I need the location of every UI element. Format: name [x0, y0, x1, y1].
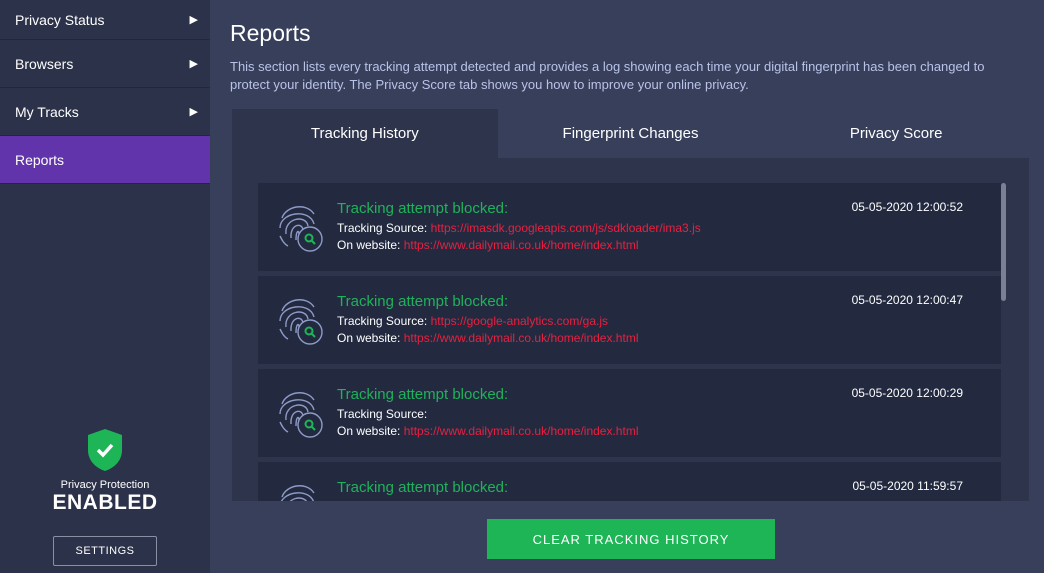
sidebar: Privacy Status ▶ Browsers ▶ My Tracks ▶ Rep…: [0, 0, 210, 573]
website-link[interactable]: https://www.dailymail.co.uk/home/index.h…: [404, 424, 639, 438]
entry-title: Tracking attempt blocked:: [337, 200, 509, 217]
website-label: On website:: [337, 238, 401, 252]
protection-status-text: ENABLED: [52, 491, 158, 514]
entry-timestamp: 05-05-2020 12:00:52: [851, 200, 963, 214]
sidebar-item-label: My Tracks: [15, 103, 79, 120]
fingerprint-search-icon: [279, 299, 323, 345]
protection-status: Privacy Protection ENABLED: [0, 428, 210, 515]
source-label: Tracking Source:: [337, 407, 428, 421]
sidebar-item-reports[interactable]: Reports: [0, 136, 210, 184]
tab-bar: Tracking History Fingerprint Changes Pri…: [232, 109, 1029, 158]
source-label: Tracking Source:: [337, 314, 428, 328]
entry-title: Tracking attempt blocked:: [337, 479, 509, 496]
entry-timestamp: 05-05-2020 11:59:57: [852, 479, 963, 493]
entry-source: Tracking Source: https://google-analytic…: [337, 314, 608, 328]
entry-website: On website: https://www.dailymail.co.uk/…: [337, 424, 638, 438]
fingerprint-search-icon: [280, 485, 315, 501]
tracking-entry: Tracking attempt blocked: 05-05-2020 12:0…: [258, 183, 1001, 271]
sidebar-item-label: Reports: [15, 151, 65, 168]
arrow-right-icon: ▶: [189, 106, 198, 118]
main-content: Reports This section lists every trackin…: [230, 0, 1044, 559]
tracking-entry: Tracking attempt blocked: 05-05-2020 11:5…: [258, 462, 1001, 501]
fingerprint-search-icon: [279, 392, 323, 438]
settings-button[interactable]: SETTINGS: [53, 536, 157, 566]
sidebar-item-browsers[interactable]: Browsers ▶: [0, 40, 210, 88]
website-label: On website:: [337, 331, 401, 345]
sidebar-item-privacy-status[interactable]: Privacy Status ▶: [0, 0, 210, 40]
sidebar-item-label: Privacy Status: [15, 11, 105, 28]
entry-title: Tracking attempt blocked:: [337, 386, 509, 403]
tracking-list: Tracking attempt blocked: 05-05-2020 12:0…: [258, 183, 1001, 501]
protection-label: Privacy Protection: [60, 479, 150, 491]
arrow-right-icon: ▶: [189, 14, 198, 26]
website-label: On website:: [337, 424, 401, 438]
sidebar-item-label: Browsers: [15, 55, 74, 72]
tab-tracking-history[interactable]: Tracking History: [232, 109, 498, 158]
source-link[interactable]: https://imasdk.googleapis.com/js/sdkload…: [431, 221, 701, 235]
entry-source: Tracking Source:: [337, 407, 427, 421]
shield-check-icon: [88, 429, 122, 471]
entry-website: On website: https://www.dailymail.co.uk/…: [337, 238, 638, 252]
entry-title: Tracking attempt blocked:: [337, 293, 509, 310]
tracking-history-panel: Tracking attempt blocked: 05-05-2020 12:0…: [232, 158, 1029, 501]
clear-tracking-history-button[interactable]: CLEAR TRACKING HISTORY: [487, 519, 775, 559]
tab-fingerprint-changes[interactable]: Fingerprint Changes: [498, 109, 764, 158]
website-link[interactable]: https://www.dailymail.co.uk/home/index.h…: [404, 331, 639, 345]
source-link[interactable]: https://google-analytics.com/ga.js: [431, 314, 608, 328]
page-description: This section lists every tracking attemp…: [230, 59, 985, 92]
arrow-right-icon: ▶: [189, 58, 198, 70]
entry-timestamp: 05-05-2020 12:00:29: [851, 386, 963, 400]
fingerprint-search-icon: [279, 206, 323, 252]
entry-timestamp: 05-05-2020 12:00:47: [851, 293, 963, 307]
scrollbar[interactable]: [1001, 183, 1006, 301]
tracking-entry: Tracking attempt blocked: 05-05-2020 12:0…: [258, 276, 1001, 364]
source-label: Tracking Source:: [337, 221, 428, 235]
sidebar-item-my-tracks[interactable]: My Tracks ▶: [0, 88, 210, 136]
entry-website: On website: https://www.dailymail.co.uk/…: [337, 331, 638, 345]
entry-source: Tracking Source: https://imasdk.googleap…: [337, 221, 701, 235]
tab-privacy-score[interactable]: Privacy Score: [763, 109, 1029, 158]
tracking-entry: Tracking attempt blocked: 05-05-2020 12:0…: [258, 369, 1001, 457]
website-link[interactable]: https://www.dailymail.co.uk/home/index.h…: [404, 238, 639, 252]
page-title: Reports: [230, 20, 311, 46]
